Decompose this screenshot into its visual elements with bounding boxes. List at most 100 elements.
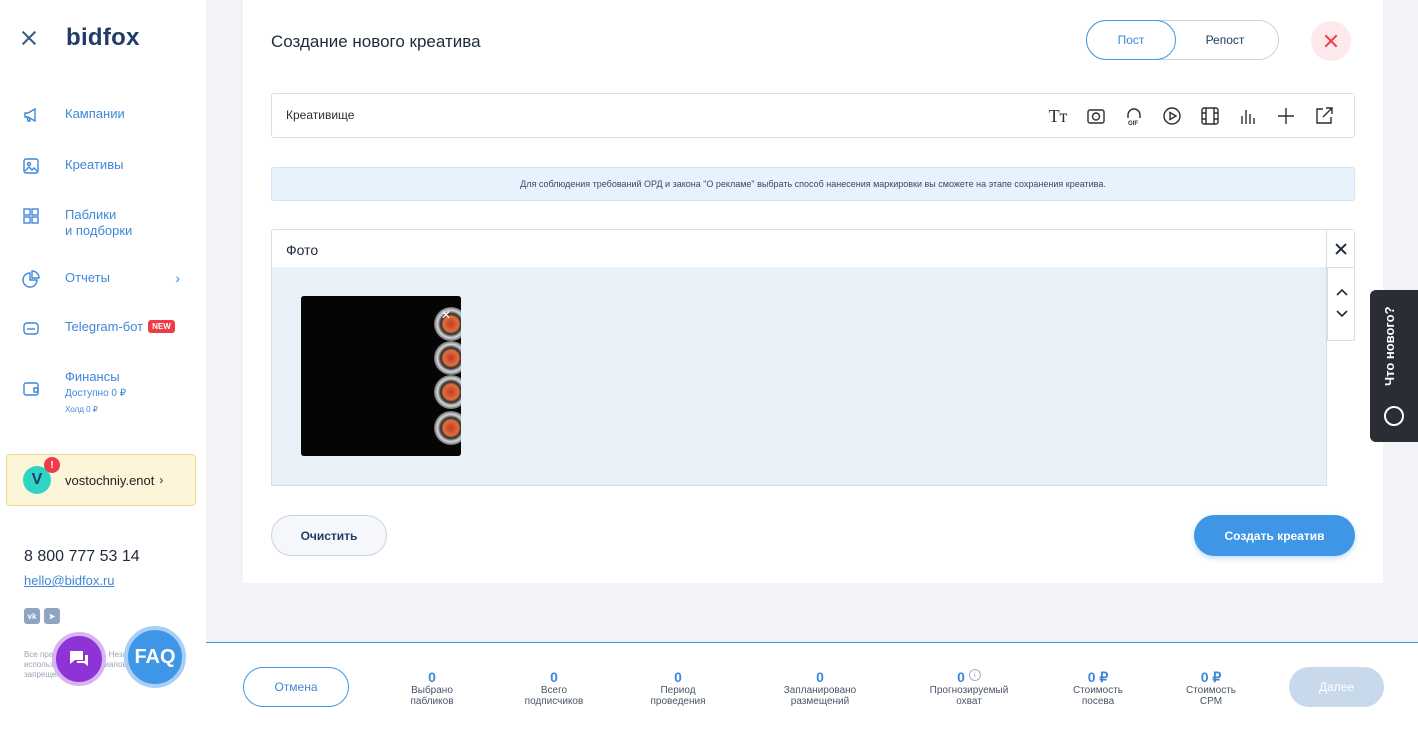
- stat-value: 0: [816, 669, 824, 685]
- close-icon[interactable]: [1311, 21, 1351, 61]
- stat-label: Стоимость: [1185, 685, 1237, 696]
- cancel-button[interactable]: Отмена: [243, 667, 349, 707]
- info-icon[interactable]: i: [968, 669, 981, 681]
- tab-repost[interactable]: Репост: [1180, 20, 1270, 60]
- video-film-icon[interactable]: [1198, 104, 1222, 128]
- telegram-icon[interactable]: ➤: [44, 608, 60, 624]
- stat-label: Стоимость: [1072, 685, 1124, 696]
- stat-planned-placements: 0 Запланировано размещений: [770, 669, 870, 707]
- sidebar-item-label: Кампании: [65, 106, 125, 121]
- image-icon: [22, 157, 40, 175]
- stat-label: Выбрано: [411, 685, 453, 696]
- stat-value: 0 ₽: [1087, 669, 1109, 685]
- social-links: vk ➤: [24, 608, 60, 624]
- clear-button[interactable]: Очистить: [271, 515, 387, 556]
- stat-value-row: 0 i: [914, 669, 1024, 685]
- stat-label: Прогнозируемый: [929, 685, 1009, 696]
- sidebar-item-telegram-bot[interactable]: Telegram-бот NEW: [22, 319, 192, 337]
- text-format-glyph: Tт: [1048, 105, 1068, 126]
- stat-label-2: посева: [1081, 696, 1115, 707]
- info-banner: Для соблюдения требований ОРД и закона "…: [271, 167, 1355, 201]
- user-card[interactable]: V ! vostochniy.enot ›: [6, 454, 196, 506]
- user-name: vostochniy.enot: [65, 472, 155, 488]
- sidebar-item-label: Telegram-бот: [65, 319, 144, 334]
- sidebar-item-publics[interactable]: Паблики и подборки: [22, 207, 192, 239]
- faq-button[interactable]: FAQ: [124, 626, 186, 688]
- summary-bar: Отмена 0 Выбрано пабликов 0 Всего подпис…: [206, 642, 1418, 729]
- bot-icon: [22, 319, 40, 337]
- play-icon[interactable]: [1160, 104, 1184, 128]
- stat-value: 0: [957, 669, 965, 685]
- sidebar-header: bidfox: [20, 24, 140, 52]
- grid-icon: [22, 207, 40, 225]
- stat-cpm-cost: 0 ₽ Стоимость CPM: [1171, 669, 1251, 707]
- new-badge: NEW: [148, 320, 175, 333]
- chat-button[interactable]: [52, 632, 106, 686]
- stat-value: 0: [674, 669, 682, 685]
- photo-section: Фото ✕: [271, 229, 1355, 486]
- support-phone[interactable]: 8 800 777 53 14: [24, 548, 140, 566]
- external-link-icon[interactable]: [1312, 104, 1336, 128]
- photo-section-title: Фото: [286, 242, 319, 258]
- photo-thumbnail[interactable]: ✕: [301, 296, 461, 456]
- chevron-up-icon[interactable]: [1336, 286, 1348, 298]
- next-button[interactable]: Далее: [1289, 667, 1384, 707]
- sidebar-item-reports[interactable]: Отчеты ›: [22, 270, 192, 288]
- support-email[interactable]: hello@bidfox.ru: [24, 573, 115, 588]
- pie-chart-icon: [22, 270, 40, 288]
- remove-photo-icon[interactable]: ✕: [441, 308, 451, 322]
- finance-available: Доступно 0 ₽: [65, 388, 127, 399]
- sidebar-item-label: Финансы: [65, 369, 120, 384]
- stat-period: 0 Период проведения: [638, 669, 718, 707]
- chat-icon: [70, 651, 88, 666]
- svg-text:GIF: GIF: [1128, 121, 1138, 126]
- stat-label-2: проведения: [650, 696, 706, 707]
- whats-new-tab[interactable]: Что нового?: [1370, 290, 1418, 442]
- chevron-right-icon: ›: [175, 270, 180, 286]
- create-creative-button[interactable]: Создать креатив: [1194, 515, 1355, 556]
- sushi-photo: [301, 296, 461, 456]
- stat-value: 0 ₽: [1200, 669, 1222, 685]
- sidebar: bidfox Кампании Креативы Паблики и подбор…: [0, 0, 206, 729]
- photo-dropzone[interactable]: ✕: [271, 267, 1327, 486]
- alert-badge: !: [44, 457, 60, 473]
- avatar: V !: [23, 457, 60, 494]
- whats-new-icon: [1384, 406, 1404, 426]
- avatar-initial: V: [31, 471, 43, 488]
- sidebar-item-label: Отчеты: [65, 270, 110, 285]
- vk-icon[interactable]: vk: [24, 608, 40, 624]
- stat-total-subscribers: 0 Всего подписчиков: [514, 669, 594, 707]
- publics-label-2: и подборки: [65, 223, 133, 238]
- photo-section-header: Фото: [271, 229, 1355, 269]
- close-sidebar-icon[interactable]: [20, 29, 38, 47]
- remove-section-icon[interactable]: [1326, 230, 1354, 269]
- sidebar-item-label: Креативы: [65, 157, 124, 172]
- logo[interactable]: bidfox: [66, 24, 140, 52]
- creative-name-field: Tт GIF: [271, 93, 1355, 138]
- post-type-toggle: Пост Репост: [1086, 20, 1279, 60]
- stat-label: Запланировано: [783, 685, 857, 696]
- camera-icon[interactable]: [1084, 104, 1108, 128]
- creative-editor-card: Создание нового креатива Пост Репост Tт …: [243, 0, 1383, 583]
- sidebar-item-creatives[interactable]: Креативы: [22, 157, 192, 175]
- stat-label: Период: [660, 685, 696, 696]
- whats-new-label: Что нового?: [1382, 306, 1397, 386]
- megaphone-icon: [22, 106, 40, 124]
- stat-seeding-cost: 0 ₽ Стоимость посева: [1058, 669, 1138, 707]
- plus-icon[interactable]: [1274, 104, 1298, 128]
- stat-label-2: CPM: [1199, 696, 1223, 707]
- tab-post[interactable]: Пост: [1086, 20, 1176, 60]
- chevron-right-icon: ›: [159, 473, 164, 487]
- creative-name-input[interactable]: [286, 108, 786, 122]
- text-format-icon[interactable]: Tт: [1046, 104, 1070, 128]
- stat-label: Всего: [540, 685, 568, 696]
- stat-label-2: охват: [956, 696, 982, 707]
- stat-forecast-reach: 0 i Прогнозируемый охват: [914, 669, 1024, 707]
- sidebar-item-campaigns[interactable]: Кампании: [22, 106, 192, 124]
- stat-value: 0: [428, 669, 436, 685]
- gif-icon[interactable]: GIF: [1122, 104, 1146, 128]
- finance-hold: Холд 0 ₽: [65, 405, 98, 414]
- poll-icon[interactable]: [1236, 104, 1260, 128]
- chevron-down-icon[interactable]: [1336, 306, 1348, 318]
- sidebar-item-finance[interactable]: Финансы Доступно 0 ₽ Холд 0 ₽: [22, 369, 192, 415]
